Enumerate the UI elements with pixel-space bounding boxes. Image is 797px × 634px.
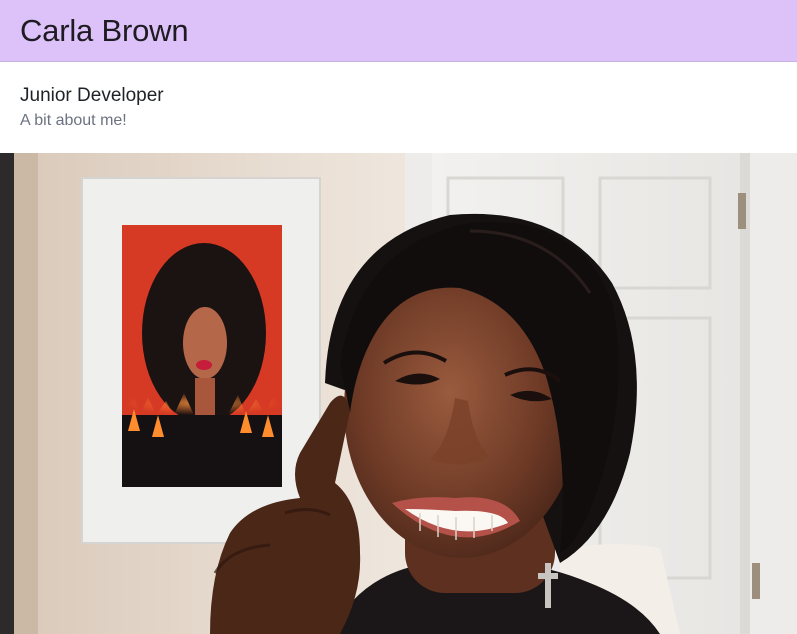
- card-header: Carla Brown: [0, 0, 797, 62]
- profile-subtitle: A bit about me!: [20, 112, 127, 129]
- profile-card: Carla Brown Junior Developer A bit about…: [0, 0, 797, 634]
- card-body: Junior Developer A bit about me!: [0, 62, 797, 153]
- profile-photo: [0, 153, 797, 634]
- job-title: Junior Developer: [20, 85, 164, 106]
- profile-name: Carla Brown: [20, 12, 189, 48]
